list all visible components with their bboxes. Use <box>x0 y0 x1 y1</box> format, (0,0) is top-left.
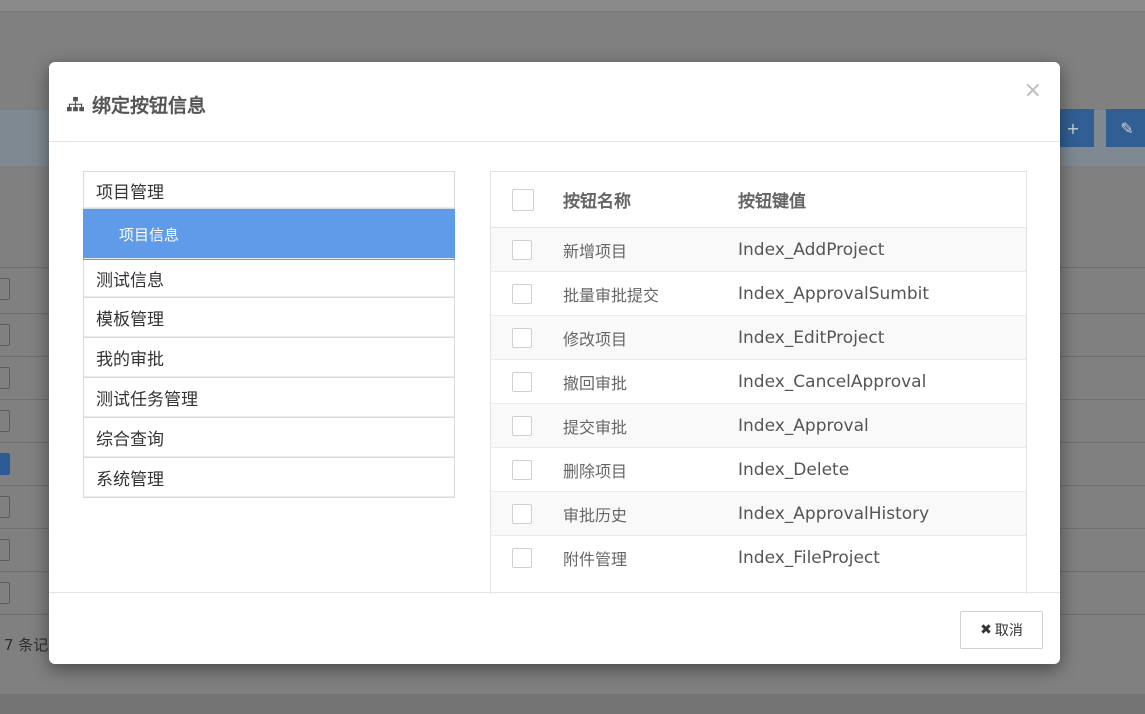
tree-item-label: 综合查询 <box>96 430 164 450</box>
background-row-checkbox[interactable] <box>0 496 10 518</box>
table-row[interactable]: 撤回审批 Index_CancelApproval <box>491 360 1026 404</box>
tree-item-label: 测试信息 <box>96 271 164 291</box>
button-name-cell: 提交审批 <box>563 417 628 437</box>
bind-buttons-dialog: 绑定按钮信息 × 项目管理 项目信息 测试信息 模板管理 我的审批 测试任务管理… <box>49 62 1060 664</box>
tree-item-template-management[interactable]: 模板管理 <box>83 298 455 338</box>
tree-item-label: 项目管理 <box>96 182 164 203</box>
tree-item-label: 项目信息 <box>119 225 180 244</box>
button-name-cell: 修改项目 <box>563 329 628 349</box>
tree-item-label: 我的审批 <box>96 350 164 370</box>
background-row-checkbox[interactable] <box>0 453 10 475</box>
dialog-footer: ✖ 取消 <box>49 592 1060 664</box>
tree-item-project-management[interactable]: 项目管理 <box>83 171 455 209</box>
dialog-title-text: 绑定按钮信息 <box>92 95 207 117</box>
button-name-cell: 审批历史 <box>563 505 628 525</box>
table-row[interactable]: 审批历史 Index_ApprovalHistory <box>491 492 1026 536</box>
background-row-checkbox[interactable] <box>0 410 10 432</box>
row-checkbox[interactable] <box>512 503 532 524</box>
button-key-cell: Index_CancelApproval <box>738 371 927 392</box>
cancel-button[interactable]: ✖ 取消 <box>960 611 1043 649</box>
button-key-cell: Index_ApprovalSumbit <box>738 283 930 304</box>
tree-item-label: 测试任务管理 <box>96 390 198 410</box>
background-row-checkbox[interactable] <box>0 278 10 300</box>
background-row-checkbox[interactable] <box>0 539 10 561</box>
tree-item-project-info[interactable]: 项目信息 <box>83 209 455 260</box>
sitemap-icon <box>66 96 85 112</box>
dialog-header: 绑定按钮信息 × <box>49 62 1060 142</box>
background-row-checkbox[interactable] <box>0 367 10 389</box>
button-key-cell: Index_FileProject <box>738 547 880 568</box>
tree-item-label: 模板管理 <box>96 310 164 330</box>
table-row[interactable]: 修改项目 Index_EditProject <box>491 316 1026 360</box>
tree-item-comprehensive-query[interactable]: 综合查询 <box>83 418 455 458</box>
row-checkbox[interactable] <box>512 415 532 436</box>
row-checkbox[interactable] <box>512 371 532 392</box>
background-row-checkbox[interactable] <box>0 324 10 346</box>
row-checkbox[interactable] <box>512 239 532 260</box>
tree-item-test-info[interactable]: 测试信息 <box>83 260 455 298</box>
row-checkbox[interactable] <box>512 547 532 568</box>
column-header-button-key: 按钮键值 <box>738 192 806 212</box>
table-row[interactable]: 删除项目 Index_Delete <box>491 448 1026 492</box>
button-key-cell: Index_EditProject <box>738 327 885 348</box>
table-row[interactable]: 新增项目 Index_AddProject <box>491 228 1026 272</box>
cancel-button-label: 取消 <box>994 623 1023 639</box>
times-icon: ✖ <box>980 622 992 638</box>
menu-tree: 项目管理 项目信息 测试信息 模板管理 我的审批 测试任务管理 综合查询 系统管… <box>83 171 455 498</box>
table-row[interactable]: 附件管理 Index_FileProject <box>491 536 1026 579</box>
tree-item-test-task-management[interactable]: 测试任务管理 <box>83 378 455 418</box>
dialog-title: 绑定按钮信息 <box>66 91 206 118</box>
row-checkbox[interactable] <box>512 459 532 480</box>
column-header-button-name: 按钮名称 <box>563 192 631 212</box>
button-name-cell: 新增项目 <box>563 241 628 261</box>
button-table: 按钮名称 按钮键值 新增项目 Index_AddProject 批量审批提交 I… <box>490 171 1027 594</box>
button-key-cell: Index_Approval <box>738 415 869 436</box>
row-checkbox[interactable] <box>512 283 532 304</box>
button-name-cell: 附件管理 <box>563 549 628 569</box>
button-name-cell: 批量审批提交 <box>563 285 660 305</box>
background-edit-button[interactable]: ✎ <box>1106 109 1145 147</box>
close-icon[interactable]: × <box>1024 78 1042 103</box>
background-topbar <box>0 0 1145 12</box>
tree-item-label: 系统管理 <box>96 470 164 490</box>
select-all-checkbox[interactable] <box>512 188 534 211</box>
table-row[interactable]: 批量审批提交 Index_ApprovalSumbit <box>491 272 1026 316</box>
button-key-cell: Index_ApprovalHistory <box>738 503 930 524</box>
background-record-count: 7 条记 <box>4 636 49 654</box>
table-header: 按钮名称 按钮键值 <box>491 172 1026 228</box>
background-bottom-bar <box>0 694 1145 714</box>
tree-item-my-approvals[interactable]: 我的审批 <box>83 338 455 378</box>
table-row[interactable]: 提交审批 Index_Approval <box>491 404 1026 448</box>
background-row-checkbox[interactable] <box>0 582 10 604</box>
button-name-cell: 删除项目 <box>563 461 628 481</box>
tree-item-system-management[interactable]: 系统管理 <box>83 458 455 498</box>
edit-icon: ✎ <box>1120 118 1134 138</box>
row-checkbox[interactable] <box>512 327 532 348</box>
button-name-cell: 撤回审批 <box>563 373 628 393</box>
button-key-cell: Index_AddProject <box>738 239 885 260</box>
plus-icon: + <box>1066 118 1080 138</box>
button-key-cell: Index_Delete <box>738 459 850 480</box>
